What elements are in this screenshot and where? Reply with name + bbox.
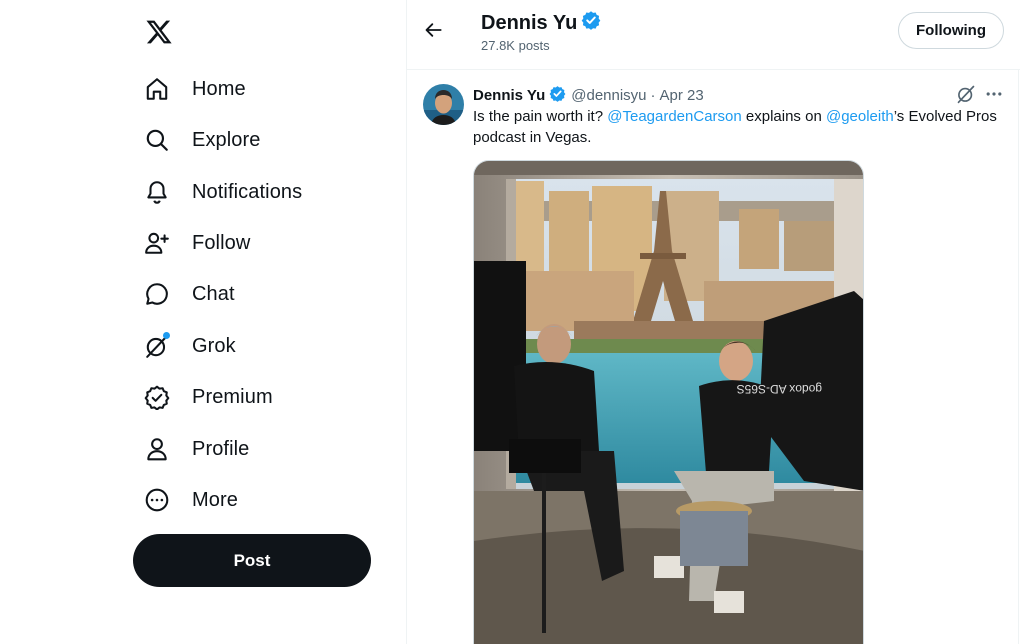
post-button[interactable]: Post	[133, 534, 371, 587]
softbox-brand-text: godox AD-S65S	[737, 382, 822, 396]
verified-badge-icon	[581, 10, 601, 36]
back-arrow-icon[interactable]	[421, 17, 447, 43]
nav-label: Home	[192, 77, 246, 100]
tweet-media-image[interactable]: godox AD-S65S	[473, 160, 864, 644]
home-icon	[142, 74, 172, 104]
nav-item-profile[interactable]: Profile	[142, 427, 249, 471]
sidebar-nav: Home Explore Notifications Follow Chat G…	[0, 0, 406, 644]
nav-item-grok[interactable]: Grok	[142, 324, 236, 368]
post-count: 27.8K posts	[481, 38, 550, 53]
nav-item-home[interactable]: Home	[142, 67, 246, 111]
chat-bubble-icon	[142, 279, 172, 309]
nav-item-follow[interactable]: Follow	[142, 221, 250, 265]
nav-label: Follow	[192, 231, 251, 254]
grok-icon	[142, 331, 172, 361]
separator-dot: ·	[650, 87, 656, 104]
following-button[interactable]: Following	[898, 12, 1004, 49]
nav-label: Premium	[192, 385, 273, 408]
tweet-header: Dennis Yu @dennisyu · Apr 23	[473, 85, 704, 106]
mention-link[interactable]: @TeagardenCarson	[607, 108, 741, 125]
bell-icon	[142, 177, 172, 207]
header-name: Dennis Yu	[481, 11, 578, 34]
nav-label: More	[192, 488, 238, 511]
more-circle-icon	[142, 485, 172, 515]
header-title: Dennis Yu	[481, 10, 601, 36]
tweet-text-part: explains on	[741, 108, 826, 125]
nav-item-explore[interactable]: Explore	[142, 118, 261, 162]
tweet-text-part: Is the pain worth it?	[473, 108, 608, 125]
nav-item-premium[interactable]: Premium	[142, 375, 273, 419]
tweet-date[interactable]: Apr 23	[660, 87, 704, 104]
nav-item-notifications[interactable]: Notifications	[142, 170, 302, 214]
verified-badge-icon	[142, 382, 172, 412]
avatar[interactable]	[423, 84, 464, 125]
nav-label: Explore	[192, 128, 261, 151]
nav-label: Profile	[192, 437, 250, 460]
nav-label: Notifications	[192, 180, 303, 203]
tweet[interactable]: Dennis Yu @dennisyu · Apr 23 Is the pain…	[407, 71, 1020, 644]
x-logo-icon[interactable]	[145, 18, 173, 46]
notification-dot	[163, 332, 170, 339]
mention-link[interactable]: @geoleith	[826, 108, 894, 125]
main-column: Dennis Yu 27.8K posts Following Dennis Y…	[406, 0, 1020, 644]
verified-badge-icon	[549, 85, 566, 106]
nav-label: Chat	[192, 282, 235, 305]
search-icon	[142, 125, 172, 155]
author-handle[interactable]: @dennisyu	[571, 87, 646, 104]
add-person-icon	[142, 228, 172, 258]
tweet-text: Is the pain worth it? @TeagardenCarson e…	[473, 106, 1003, 148]
person-icon	[142, 434, 172, 464]
nav-item-more[interactable]: More	[142, 478, 238, 522]
author-name[interactable]: Dennis Yu	[473, 87, 545, 104]
nav-item-chat[interactable]: Chat	[142, 272, 235, 316]
nav-label: Grok	[192, 334, 236, 357]
profile-header: Dennis Yu 27.8K posts Following	[407, 0, 1020, 70]
